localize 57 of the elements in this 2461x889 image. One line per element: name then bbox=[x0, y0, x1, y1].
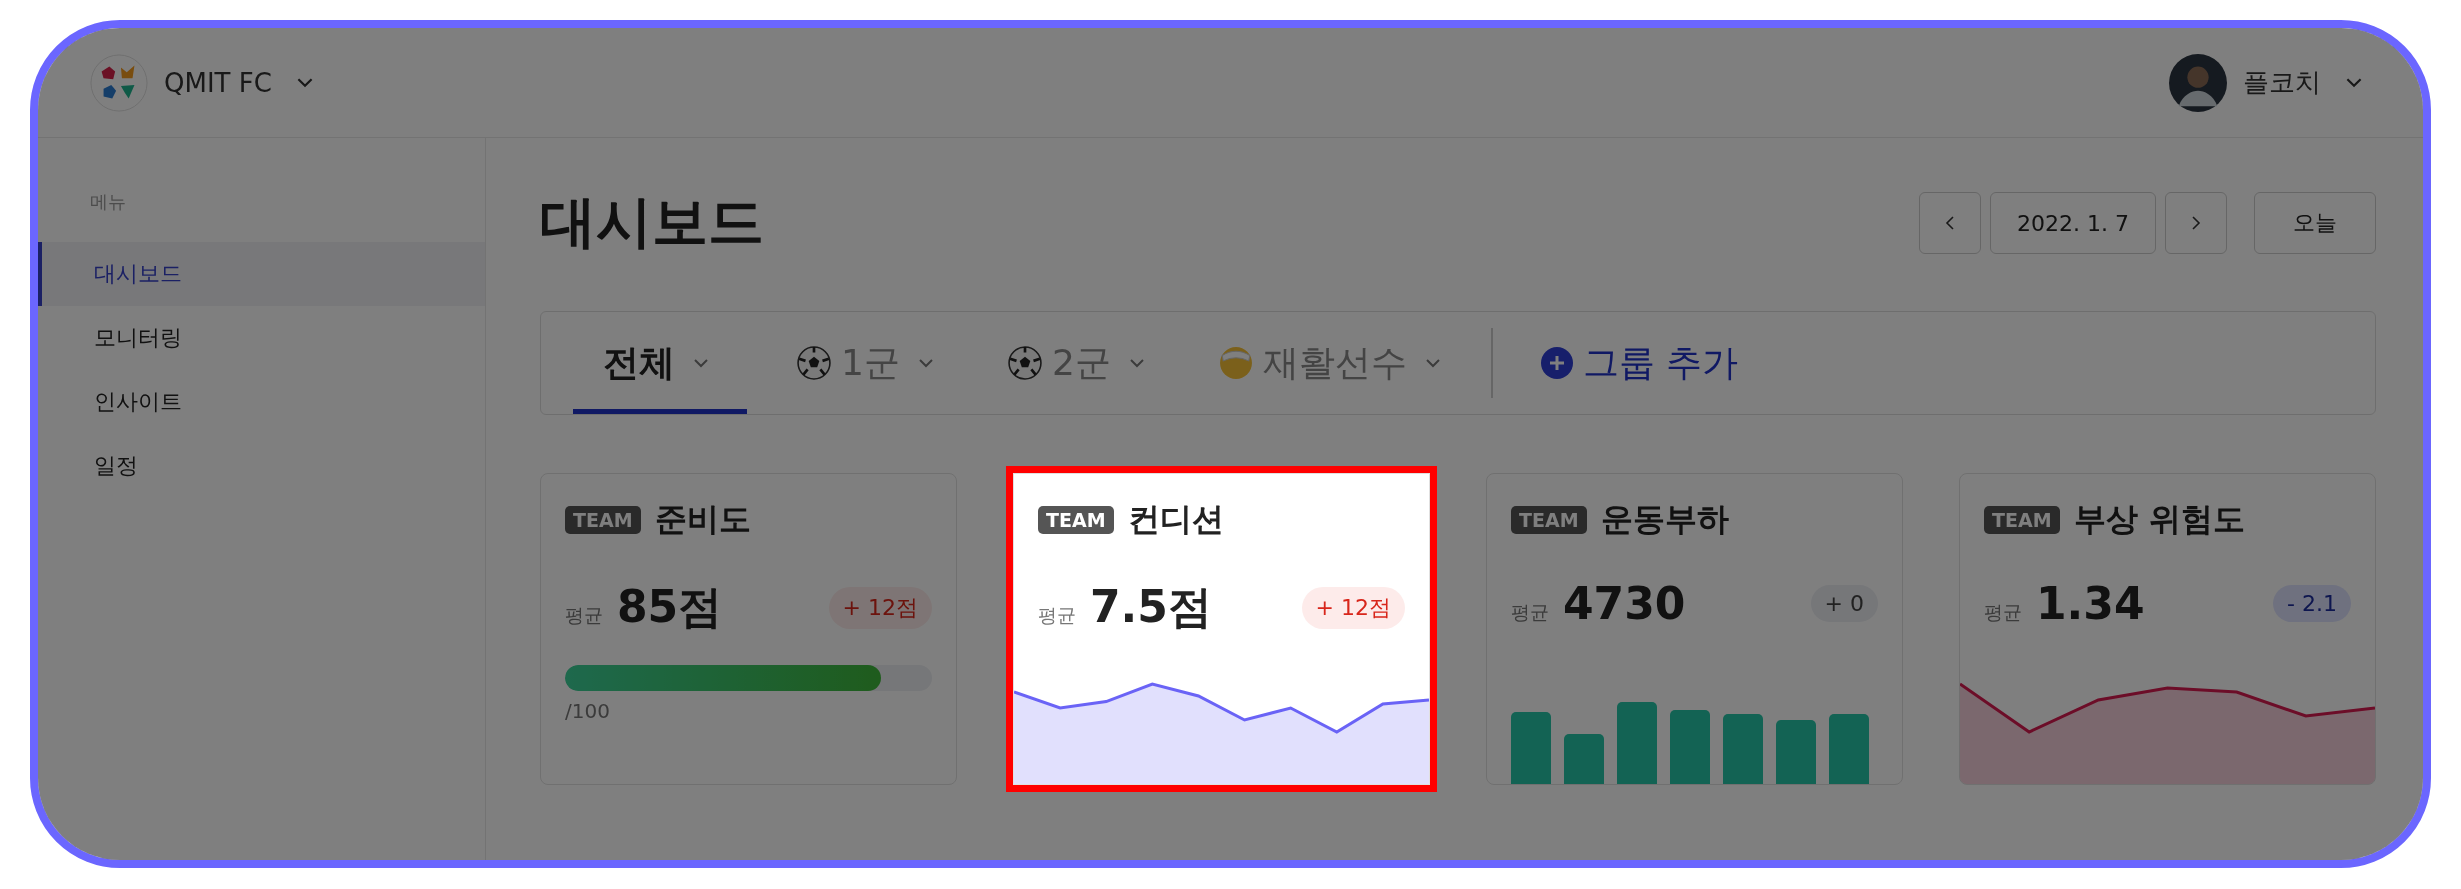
date-button[interactable]: 2022. 1. 7 bbox=[1990, 192, 2156, 254]
group-tab[interactable]: 재활선수 bbox=[1194, 312, 1465, 414]
soccer-ball-icon bbox=[797, 346, 831, 380]
metric-value: 1.34 bbox=[2036, 578, 2145, 629]
bandaged-face-icon bbox=[1218, 346, 1253, 380]
chevron-right-icon bbox=[2191, 215, 2201, 231]
user-name[interactable]: 플코치 bbox=[2243, 65, 2321, 100]
metric-card[interactable]: TEAM 준비도 평균 85점 + 12점 /100 bbox=[540, 473, 957, 785]
avatar-icon[interactable] bbox=[2169, 53, 2227, 112]
chevron-down-icon[interactable] bbox=[295, 77, 314, 88]
metric-card[interactable]: TEAM 부상 위험도 평균 1.34 - 2.1 bbox=[1959, 473, 2376, 785]
group-tab[interactable]: 2군 bbox=[983, 312, 1169, 414]
average-label: 평균 bbox=[565, 603, 603, 628]
metric-value: 4730 bbox=[1563, 578, 1686, 629]
card-title: 운동부하 bbox=[1600, 499, 1729, 540]
metric-value: 7.5점 bbox=[1090, 580, 1212, 634]
change-badge: + 0 bbox=[1810, 585, 1878, 622]
chart-bar bbox=[1511, 712, 1551, 784]
average-label: 평균 bbox=[1511, 600, 1549, 625]
logo-icon bbox=[90, 53, 148, 112]
change-badge: - 2.1 bbox=[2273, 585, 2351, 622]
metric-value: 85점 bbox=[617, 580, 723, 634]
team-badge: TEAM bbox=[565, 506, 641, 534]
sidebar-item[interactable]: 인사이트 bbox=[38, 370, 485, 434]
chevron-down-icon[interactable] bbox=[2345, 77, 2363, 88]
change-badge: + 12점 bbox=[828, 586, 932, 629]
today-button[interactable]: 오늘 bbox=[2254, 192, 2376, 254]
chevron-down-icon bbox=[1424, 358, 1441, 368]
soccer-ball-icon bbox=[1007, 346, 1042, 380]
sidebar-item[interactable]: 대시보드 bbox=[38, 242, 485, 306]
chart-bar bbox=[1829, 714, 1869, 784]
card-title: 컨디션 bbox=[1127, 499, 1224, 540]
card-title: 준비도 bbox=[654, 499, 751, 540]
metric-card[interactable]: TEAM 운동부하 평균 4730 + 0 bbox=[1486, 473, 1903, 785]
change-badge: + 12점 bbox=[1301, 586, 1405, 629]
team-badge: TEAM bbox=[1984, 506, 2060, 534]
group-tab[interactable]: 1군 bbox=[773, 312, 958, 414]
team-badge: TEAM bbox=[1038, 506, 1114, 534]
card-title: 부상 위험도 bbox=[2073, 499, 2245, 540]
sidebar-item[interactable]: 모니터링 bbox=[38, 306, 485, 370]
sidebar-item[interactable]: 일정 bbox=[38, 434, 485, 498]
chevron-down-icon bbox=[1128, 358, 1145, 368]
scale-label: /100 bbox=[565, 699, 611, 723]
chevron-down-icon bbox=[917, 358, 934, 368]
team-badge: TEAM bbox=[1511, 506, 1587, 534]
average-label: 평균 bbox=[1984, 600, 2022, 625]
page-title: 대시보드 bbox=[540, 188, 764, 256]
chart-bar bbox=[1723, 714, 1763, 784]
plus-icon bbox=[1540, 347, 1573, 379]
chart-bar bbox=[1564, 734, 1604, 784]
chevron-down-icon bbox=[693, 358, 709, 368]
group-tab[interactable]: 전체 bbox=[573, 312, 747, 414]
team-name[interactable]: QMIT FC bbox=[164, 67, 272, 98]
chart-bar bbox=[1776, 720, 1816, 784]
average-label: 평균 bbox=[1038, 603, 1076, 628]
chevron-left-icon bbox=[1945, 215, 1955, 231]
add-group-button[interactable]: 그룹 추가 bbox=[1516, 312, 1763, 414]
